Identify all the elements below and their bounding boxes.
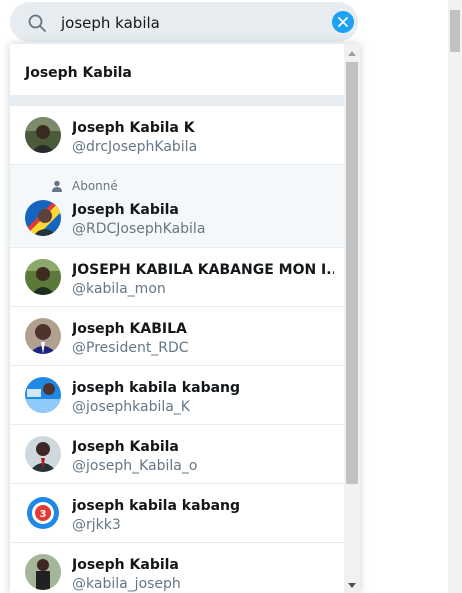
user-handle: @joseph_Kabila_o xyxy=(72,458,198,474)
user-name: joseph kabila kabang xyxy=(72,380,241,396)
user-name: Joseph Kabila xyxy=(72,202,179,218)
search-icon xyxy=(28,14,46,32)
user-handle: @drcJosephKabila xyxy=(72,139,198,155)
user-result[interactable]: Joseph Kabila @joseph_Kabila_o xyxy=(10,425,344,484)
following-label: Abonné xyxy=(72,179,118,193)
user-handle: @kabila_joseph xyxy=(72,576,181,592)
search-results-dropdown: Joseph Kabila Joseph Kabila K @drcJoseph… xyxy=(10,44,360,593)
user-name: Joseph Kabila xyxy=(72,439,179,455)
search-bar[interactable]: joseph kabila xyxy=(10,2,358,42)
user-name: Joseph KABILA xyxy=(72,321,187,337)
page-scrollbar[interactable] xyxy=(448,0,462,593)
query-suggestion[interactable]: Joseph Kabila xyxy=(10,44,344,96)
user-handle: @kabila_mon xyxy=(72,281,166,297)
person-icon xyxy=(51,179,63,192)
user-result[interactable]: JOSEPH KABILA KABANGE MON I... @kabila_m… xyxy=(10,248,344,307)
search-input[interactable]: joseph kabila xyxy=(61,14,160,32)
user-name: Joseph Kabila K xyxy=(72,120,195,136)
divider xyxy=(10,96,344,106)
user-result[interactable]: 3 joseph kabila kabang @rjkk3 xyxy=(10,484,344,543)
avatar xyxy=(25,377,61,413)
avatar: 3 xyxy=(25,495,61,531)
user-handle: @josephkabila_K xyxy=(72,399,190,415)
dropdown-scrollbar-thumb[interactable] xyxy=(346,62,358,484)
user-name: joseph kabila kabang xyxy=(72,498,241,514)
scroll-up-arrow-icon[interactable] xyxy=(346,47,358,59)
user-result[interactable]: joseph kabila kabang @josephkabila_K xyxy=(10,366,344,425)
user-result[interactable]: Joseph KABILA @President_RDC xyxy=(10,307,344,366)
user-result[interactable]: Joseph Kabila K @drcJosephKabila xyxy=(10,106,344,165)
user-handle: @President_RDC xyxy=(72,340,189,356)
clear-search-button[interactable] xyxy=(332,11,354,33)
scroll-down-arrow-icon[interactable] xyxy=(346,579,358,591)
user-name: JOSEPH KABILA KABANGE MON I... xyxy=(72,262,334,278)
avatar xyxy=(25,117,61,153)
close-icon xyxy=(338,17,348,27)
user-name: Joseph Kabila xyxy=(72,557,179,573)
query-suggestion-label: Joseph Kabila xyxy=(25,65,132,81)
page-scrollbar-thumb[interactable] xyxy=(450,10,460,52)
avatar xyxy=(25,259,61,295)
avatar xyxy=(25,200,61,236)
avatar xyxy=(25,436,61,472)
user-result[interactable]: Abonné Joseph Kabila @RDCJosephKabila xyxy=(10,165,344,248)
svg-text:3: 3 xyxy=(40,509,47,520)
user-handle: @rjkk3 xyxy=(72,517,121,533)
avatar xyxy=(25,554,61,590)
avatar xyxy=(25,318,61,354)
user-handle: @RDCJosephKabila xyxy=(72,221,206,237)
user-result[interactable]: Joseph Kabila @kabila_joseph xyxy=(10,543,344,593)
